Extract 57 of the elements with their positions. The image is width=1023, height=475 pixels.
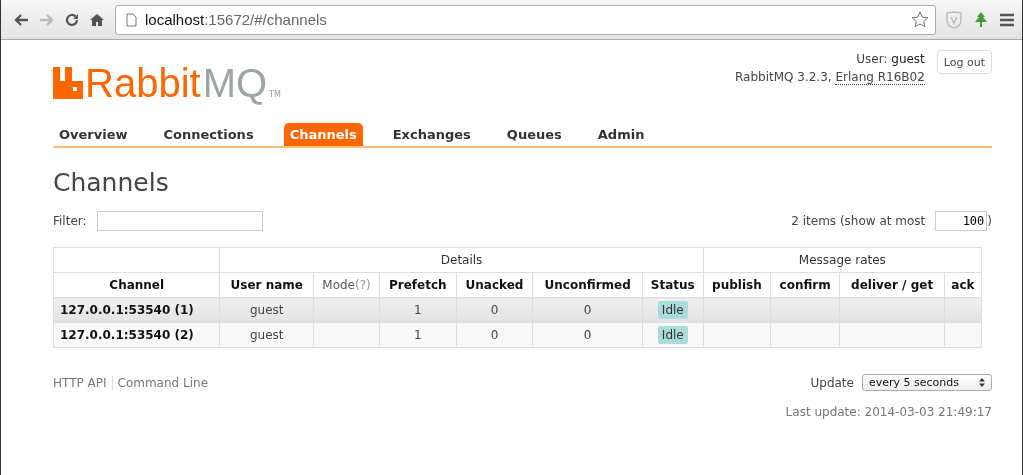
page-size-field[interactable]: 100 xyxy=(935,211,988,231)
table-cell: guest xyxy=(219,297,314,323)
table-group-header: Message rates xyxy=(703,247,982,273)
tree-icon[interactable] xyxy=(972,10,990,29)
footer-link[interactable]: Command Line xyxy=(111,375,213,390)
star-icon[interactable] xyxy=(911,10,929,29)
footer-link[interactable]: HTTP API xyxy=(53,375,112,390)
status-badge: Idle xyxy=(657,301,688,319)
reload-icon[interactable] xyxy=(65,12,79,27)
table-cell: 0 xyxy=(532,297,643,323)
paging-close: ) xyxy=(987,214,992,228)
nav-tab[interactable]: Admin xyxy=(591,123,651,146)
page-title: Channels xyxy=(53,168,170,197)
channel-cell[interactable]: 127.0.0.1:53540 (2) xyxy=(53,322,220,348)
channel-cell[interactable]: 127.0.0.1:53540 (1) xyxy=(53,297,220,323)
table-cell: 0 xyxy=(532,322,643,348)
logo-text-suffix: MQ xyxy=(202,60,268,106)
column-header: confirm xyxy=(770,272,840,298)
status-badge: Idle xyxy=(657,326,688,344)
address-bar[interactable]: localhost:15672/#/channels xyxy=(115,4,936,35)
column-header: ack xyxy=(944,272,982,298)
column-header: User name xyxy=(219,272,314,298)
paging-text: 2 items (show at most xyxy=(791,214,926,228)
logo-text: Rabbit xyxy=(85,60,201,106)
filter-field[interactable] xyxy=(96,211,263,231)
user-label: User: xyxy=(856,52,888,66)
column-header: deliver / get xyxy=(839,272,945,298)
trademark-mark: TM xyxy=(269,90,281,99)
nav-tab[interactable]: Queues xyxy=(500,123,568,146)
table-group-header: Details xyxy=(219,247,704,273)
update-label: Update xyxy=(810,375,854,390)
filter-label: Filter: xyxy=(53,214,87,228)
column-header: Unconfirmed xyxy=(532,272,643,298)
back-arrow-icon[interactable] xyxy=(13,12,29,27)
update-interval-select[interactable]: every 5 seconds xyxy=(861,374,992,391)
logout-button[interactable]: Log out xyxy=(936,50,992,74)
table-cell: guest xyxy=(219,322,314,348)
menu-icon[interactable] xyxy=(1000,12,1014,27)
column-header: publish xyxy=(703,272,771,298)
user-name: guest xyxy=(891,52,925,66)
table-cell: 0 xyxy=(456,322,533,348)
column-header: Channel xyxy=(53,272,220,298)
page-icon xyxy=(126,12,137,27)
home-icon[interactable] xyxy=(89,12,105,27)
column-header: Prefetch xyxy=(379,272,457,298)
column-header: Unacked xyxy=(456,272,533,298)
logo-icon xyxy=(53,67,83,99)
table-cell: 0 xyxy=(456,297,533,323)
column-header: Status xyxy=(642,272,704,298)
updown-caret-icon xyxy=(979,378,985,387)
nav-tab[interactable]: Connections xyxy=(157,123,260,146)
version-text: RabbitMQ 3.2.3, xyxy=(734,70,832,84)
erlang-version: Erlang R16B02 xyxy=(835,70,925,85)
last-update-text: Last update: 2014-03-03 21:49:17 xyxy=(784,405,992,419)
nav-tab[interactable]: Exchanges xyxy=(386,123,477,146)
column-header: Mode(?) xyxy=(313,272,380,298)
nav-tab[interactable]: Overview xyxy=(53,123,134,146)
